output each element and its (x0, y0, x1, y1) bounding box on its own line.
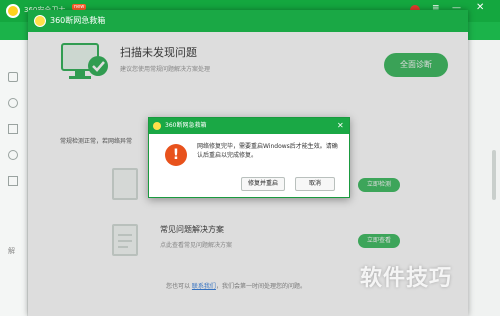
cancel-button[interactable]: 取消 (295, 177, 335, 191)
background-sidebar: 解 (0, 40, 28, 316)
repair-restart-button[interactable]: 修复并重启 (241, 177, 285, 191)
close-icon[interactable]: ✕ (476, 2, 484, 13)
app-logo-icon (6, 4, 20, 18)
sidebar-icon[interactable] (8, 150, 18, 160)
confirm-dialog: 360断网急救箱 ✕ ! 网络修复完毕，需要重启Windows后才能生效。请确认… (148, 117, 350, 198)
warning-icon: ! (165, 144, 187, 166)
window-title: 360断网急救箱 (50, 16, 106, 25)
dialog-close-icon[interactable]: ✕ (337, 118, 344, 134)
sidebar-icon[interactable] (8, 98, 18, 108)
dialog-titlebar: 360断网急救箱 ✕ (149, 118, 349, 134)
sidebar-label: 解 (8, 247, 15, 255)
window-logo-icon (34, 15, 46, 27)
watermark: 软件技巧 (360, 266, 453, 291)
dialog-logo-icon (153, 122, 161, 130)
background-right-panel (466, 40, 500, 316)
dialog-title: 360断网急救箱 (165, 122, 207, 129)
scrollbar[interactable] (492, 150, 496, 200)
window-titlebar: 360断网急救箱 (28, 10, 468, 32)
sidebar-icon[interactable] (8, 176, 18, 186)
sidebar-icon[interactable] (8, 124, 18, 134)
sidebar-icon[interactable] (8, 72, 18, 82)
dialog-message: 网络修复完毕，需要重启Windows后才能生效。请确认后重启以完成修复。 (197, 143, 338, 159)
